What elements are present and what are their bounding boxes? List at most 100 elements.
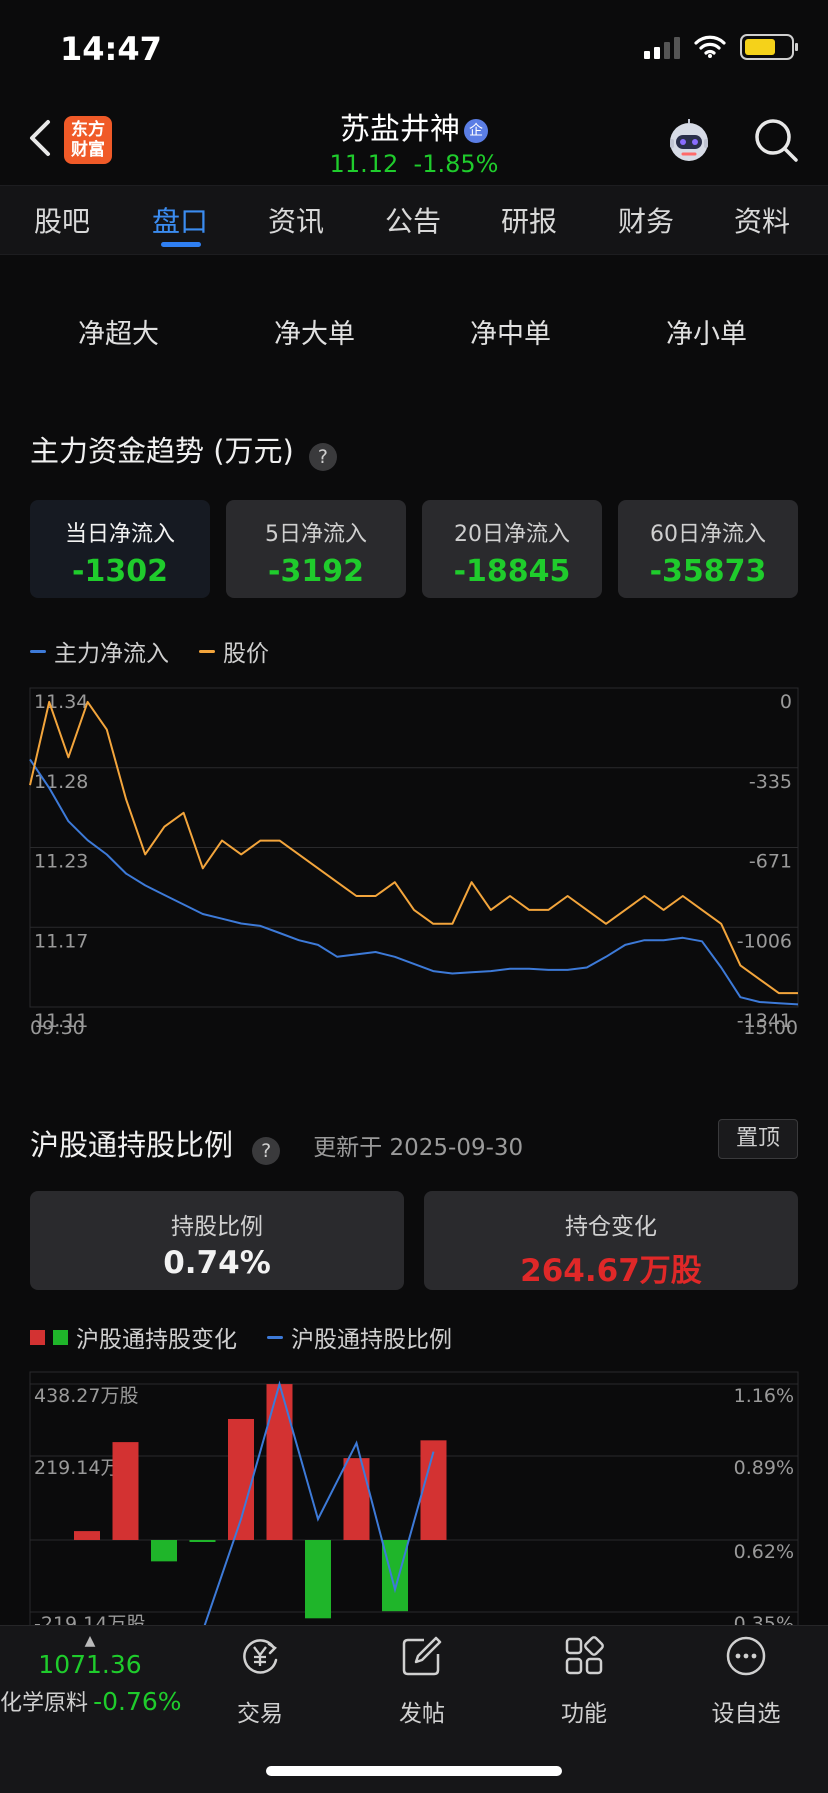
price-change: -1.85% — [413, 150, 499, 178]
card-20day-inflow[interactable]: 20日净流入 -18845 — [422, 500, 602, 598]
wifi-icon — [694, 35, 726, 58]
grid-apps-icon — [565, 1636, 604, 1675]
status-time: 14:47 — [60, 30, 162, 68]
fund-trend-help-icon[interactable]: ? — [308, 442, 337, 471]
post-label: 发帖 — [399, 1701, 445, 1727]
hk-ratio-value: 0.74% — [163, 1245, 271, 1281]
card-value: -3192 — [268, 554, 364, 589]
filter-super-large[interactable]: 净超大 — [78, 312, 159, 351]
bar-decrease — [382, 1540, 408, 1612]
trade-icon — [243, 1639, 278, 1674]
filter-small[interactable]: 净小单 — [666, 312, 747, 351]
card-label: 20日净流入 — [454, 522, 570, 547]
fund-trend-legend: 主力净流入 股价 — [30, 634, 269, 668]
bar-decrease — [189, 1540, 216, 1542]
bar-increase — [266, 1384, 293, 1540]
legend-item-main-inflow: 主力净流入 — [30, 634, 169, 668]
add-watchlist-button[interactable]: 设自选 — [691, 1634, 801, 1728]
legend-item-hk-ratio: 沪股通持股比例 — [267, 1320, 452, 1354]
hk-title: 沪股通持股比例 — [30, 1128, 234, 1162]
battery-icon — [740, 34, 798, 60]
robot-assistant-icon[interactable] — [664, 116, 714, 166]
legend-label: 沪股通持股比例 — [291, 1327, 452, 1353]
card-label: 60日净流入 — [650, 522, 766, 547]
bar-increase — [74, 1531, 100, 1540]
card-5day-inflow[interactable]: 5日净流入 -3192 — [226, 500, 406, 598]
bar-decrease — [151, 1540, 177, 1562]
bar-increase — [112, 1442, 139, 1540]
right-tick-label: 0.89% — [734, 1457, 794, 1479]
tab-announcements[interactable]: 公告 — [385, 200, 441, 240]
flow-filter-row: 净超大 净大单 净中单 净小单 — [0, 312, 828, 352]
hk-updated-date: 更新于 2025-09-30 — [313, 1135, 524, 1161]
functions-button[interactable]: 功能 — [529, 1634, 639, 1728]
card-60day-inflow[interactable]: 60日净流入 -35873 — [618, 500, 798, 598]
pin-top-button[interactable]: 置顶 — [718, 1119, 798, 1159]
right-tick-label: 0 — [780, 691, 792, 713]
legend-swatch-up — [30, 1329, 45, 1345]
index-change: -0.76% — [93, 1687, 182, 1716]
x-tick-label: 09:30 — [30, 1017, 85, 1039]
left-tick-label: 11.23 — [34, 851, 88, 873]
add-watchlist-label: 设自选 — [711, 1701, 781, 1727]
trade-label: 交易 — [237, 1701, 283, 1727]
card-value: -18845 — [453, 554, 571, 589]
series-line-hk-ratio — [203, 1380, 435, 1625]
tab-news[interactable]: 资讯 — [268, 200, 324, 240]
active-tab-indicator — [161, 242, 201, 247]
legend-swatch — [267, 1335, 283, 1339]
legend-label: 股价 — [223, 641, 269, 667]
legend-label: 主力净流入 — [54, 641, 169, 667]
legend-swatch-down — [53, 1329, 68, 1345]
status-icons — [644, 34, 798, 60]
card-today-inflow[interactable]: 当日净流入 -1302 — [30, 500, 210, 598]
fund-trend-title: 主力资金趋势 (万元) — [30, 434, 294, 468]
right-tick-label: 0.62% — [734, 1541, 794, 1563]
filter-large[interactable]: 净大单 — [274, 312, 355, 351]
legend-item-price: 股价 — [199, 634, 269, 668]
series-line-main-inflow — [29, 758, 799, 1006]
chart-frame — [29, 1371, 799, 1625]
index-widget[interactable]: ▲ 1071.36 化学原料 -0.76% — [0, 1633, 182, 1717]
card-label: 5日净流入 — [265, 522, 367, 547]
legend-label: 沪股通持股变化 — [76, 1327, 237, 1353]
filter-medium[interactable]: 净中单 — [470, 312, 551, 351]
card-value: -35873 — [649, 554, 767, 589]
stock-name: 苏盐井神 — [340, 112, 460, 147]
x-tick-label: 15:00 — [743, 1017, 798, 1039]
bar-decrease — [305, 1540, 331, 1619]
post-button[interactable]: 发帖 — [367, 1634, 477, 1728]
right-tick-label: 1.16% — [734, 1385, 794, 1407]
tab-pankou[interactable]: 盘口 — [152, 200, 208, 240]
hk-holding-chart[interactable]: 438.27万股219.14万股-219.14万股1.16%0.89%0.62%… — [0, 1360, 828, 1625]
right-tick-label: -1006 — [737, 930, 792, 952]
legend-swatch — [30, 649, 46, 653]
trade-button[interactable]: 交易 — [205, 1634, 315, 1728]
fund-trend-header: 主力资金趋势 (万元) ? — [30, 428, 337, 471]
fund-trend-chart[interactable]: 11.34 011.28 -33511.23 -67111.17 -100611.11-… — [0, 680, 828, 1040]
hk-ratio-label: 持股比例 — [171, 1214, 263, 1240]
hk-change-card: 持仓变化 264.67万股 — [424, 1191, 798, 1290]
hk-change-value: 264.67万股 — [520, 1253, 702, 1289]
tab-profile[interactable]: 资料 — [734, 200, 790, 240]
index-value: 1071.36 — [38, 1650, 142, 1679]
hk-help-icon[interactable]: ? — [252, 1136, 281, 1165]
up-caret-icon: ▲ — [84, 1633, 96, 1649]
search-icon[interactable] — [752, 116, 800, 164]
left-tick-label: 11.34 — [34, 691, 88, 713]
home-indicator — [266, 1766, 562, 1776]
card-value: -1302 — [72, 554, 168, 589]
index-name: 化学原料 — [0, 1691, 89, 1716]
left-tick-label: 438.27万股 — [34, 1385, 138, 1407]
hk-header: 沪股通持股比例 ? 更新于 2025-09-30 — [30, 1122, 523, 1165]
bar-increase — [343, 1458, 370, 1540]
left-tick-label: -219.14万股 — [34, 1613, 145, 1625]
right-tick-label: -671 — [749, 851, 792, 873]
tab-guba[interactable]: 股吧 — [34, 200, 90, 240]
compose-icon — [402, 1636, 442, 1676]
tab-finance[interactable]: 财务 — [618, 200, 674, 240]
tab-research[interactable]: 研报 — [501, 200, 557, 240]
enterprise-badge: 企 — [464, 118, 488, 143]
signal-icon — [644, 35, 680, 59]
left-tick-label: 11.28 — [34, 771, 88, 793]
